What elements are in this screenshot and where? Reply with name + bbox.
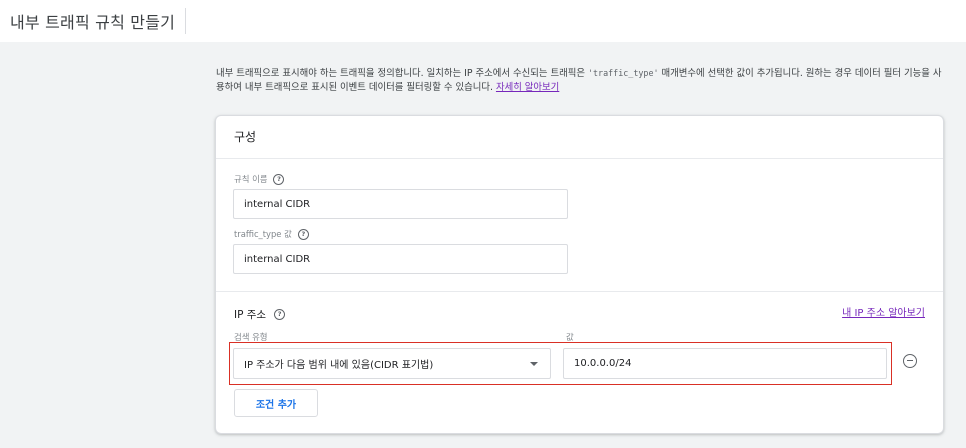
page-title: 내부 트래픽 규칙 만들기 [10,13,176,32]
section-divider [216,291,943,292]
traffic-type-input[interactable] [233,244,568,274]
ip-address-label-text: IP 주소 [234,309,267,321]
chevron-down-icon [530,361,538,366]
ip-address-section-label: IP 주소 ? [234,307,286,322]
add-condition-button[interactable]: 조건 추가 [234,389,318,417]
rule-name-label-text: 규칙 이름 [234,174,268,184]
card-divider [216,158,943,159]
traffic-type-label: traffic_type 값 ? [234,228,309,240]
ip-value-input[interactable] [563,348,887,379]
help-icon[interactable]: ? [273,173,285,185]
rule-name-input[interactable] [233,189,568,219]
rule-name-label: 규칙 이름 ? [234,173,285,185]
traffic-type-label-text: traffic_type 값 [234,229,292,239]
title-divider [185,8,186,34]
match-type-selected: IP 주소가 다음 범위 내에 있음(CIDR 표기법) [244,360,434,371]
help-icon[interactable]: ? [297,228,309,240]
find-my-ip-link[interactable]: 내 IP 주소 알아보기 [842,304,925,319]
configuration-card: 구성 규칙 이름 ? traffic_type 값 ? IP 주소 ? 내 IP… [215,115,944,434]
learn-more-link[interactable]: 자세히 알아보기 [496,82,559,93]
intro-description: 내부 트래픽으로 표시해야 하는 트래픽을 정의합니다. 일치하는 IP 주소에… [216,66,946,95]
help-icon[interactable]: ? [274,309,286,320]
intro-code-param: 'traffic_type' [587,68,659,78]
page-header: 내부 트래픽 규칙 만들기 [0,0,966,42]
remove-circle-icon[interactable] [903,354,917,368]
intro-text-before: 내부 트래픽으로 표시해야 하는 트래픽을 정의합니다. 일치하는 IP 주소에… [216,68,588,79]
match-type-select[interactable]: IP 주소가 다음 범위 내에 있음(CIDR 표기법) [233,348,551,379]
card-title: 구성 [234,130,257,144]
